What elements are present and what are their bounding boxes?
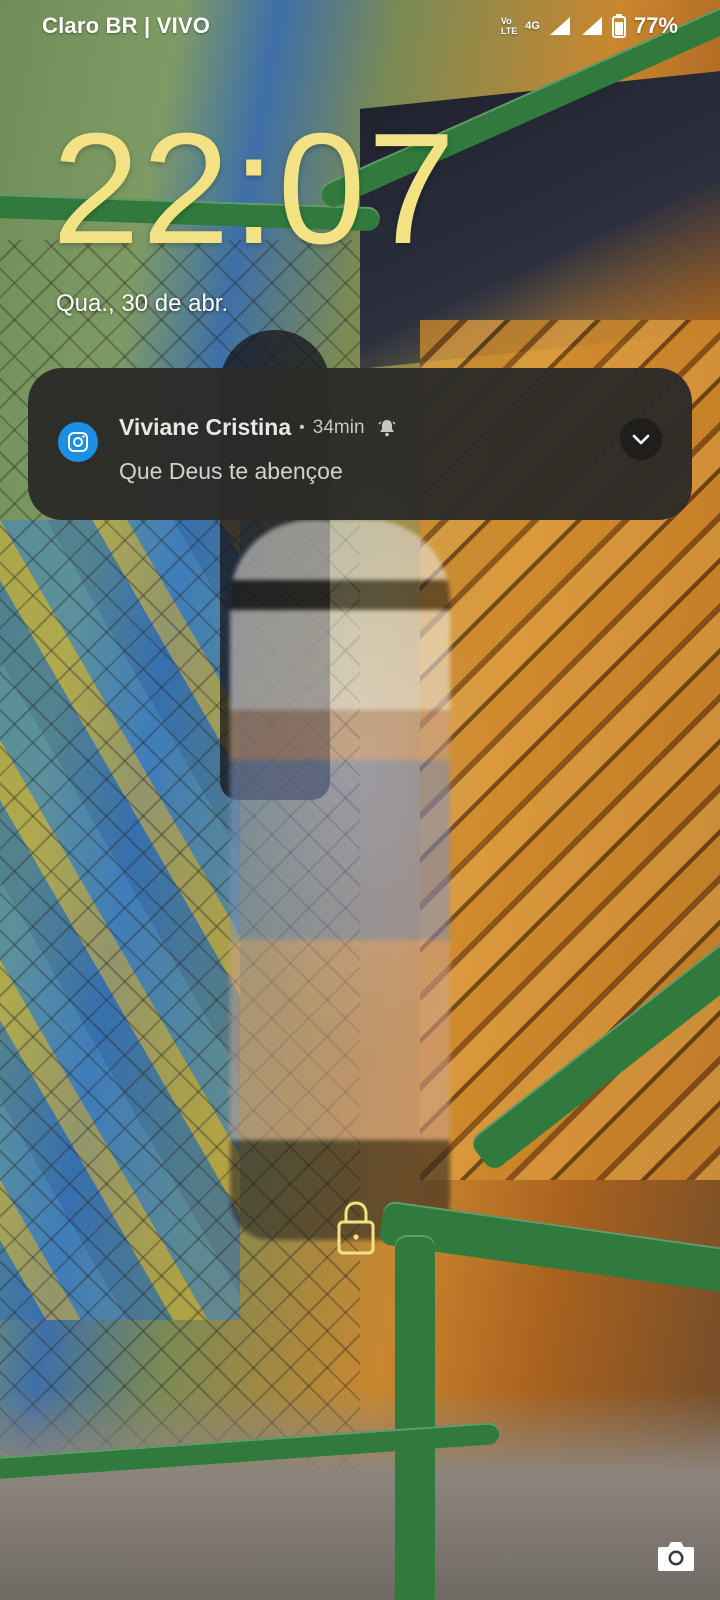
- signal-icon: [549, 17, 570, 35]
- signal-icon: [581, 17, 602, 35]
- instagram-icon: [58, 422, 98, 462]
- notification-time: 34min: [312, 416, 365, 438]
- camera-icon[interactable]: [656, 1538, 696, 1574]
- status-icons: Vo LTE 4G 77%: [501, 13, 678, 39]
- wallpaper-ground: [0, 1390, 720, 1600]
- volte-top-label: Vo: [500, 16, 512, 26]
- battery-level: 77%: [633, 13, 678, 38]
- expand-notification-button[interactable]: [620, 418, 662, 460]
- volte-icon: Vo LTE: [501, 16, 517, 36]
- lock-clock[interactable]: 22:07: [52, 110, 457, 268]
- chevron-down-icon: [632, 434, 650, 445]
- volte-bottom-label: LTE: [500, 26, 518, 36]
- notification-message: Que Deus te abençoe: [119, 458, 343, 484]
- notification-separator: •: [299, 418, 305, 436]
- lock-date: Qua., 30 de abr.: [56, 290, 229, 317]
- wallpaper-person: [230, 520, 450, 1240]
- alert-bell-icon: [377, 419, 396, 436]
- notification-header: Viviane Cristina • 34min: [119, 414, 397, 441]
- notification-card[interactable]: Viviane Cristina • 34min Que Deus te abe…: [28, 368, 692, 520]
- battery-icon: [611, 14, 626, 38]
- network-type: 4G: [525, 20, 540, 32]
- lock-screen: Claro BR | VIVO Vo LTE 4G 77% 22:07 Qua.…: [0, 0, 720, 1600]
- lock-icon[interactable]: [336, 1200, 376, 1256]
- notification-sender: Viviane Cristina: [119, 414, 292, 440]
- wallpaper-rail: [395, 1235, 435, 1600]
- carrier-name: Claro BR | VIVO: [42, 13, 211, 38]
- status-bar: Claro BR | VIVO Vo LTE 4G 77%: [0, 0, 720, 52]
